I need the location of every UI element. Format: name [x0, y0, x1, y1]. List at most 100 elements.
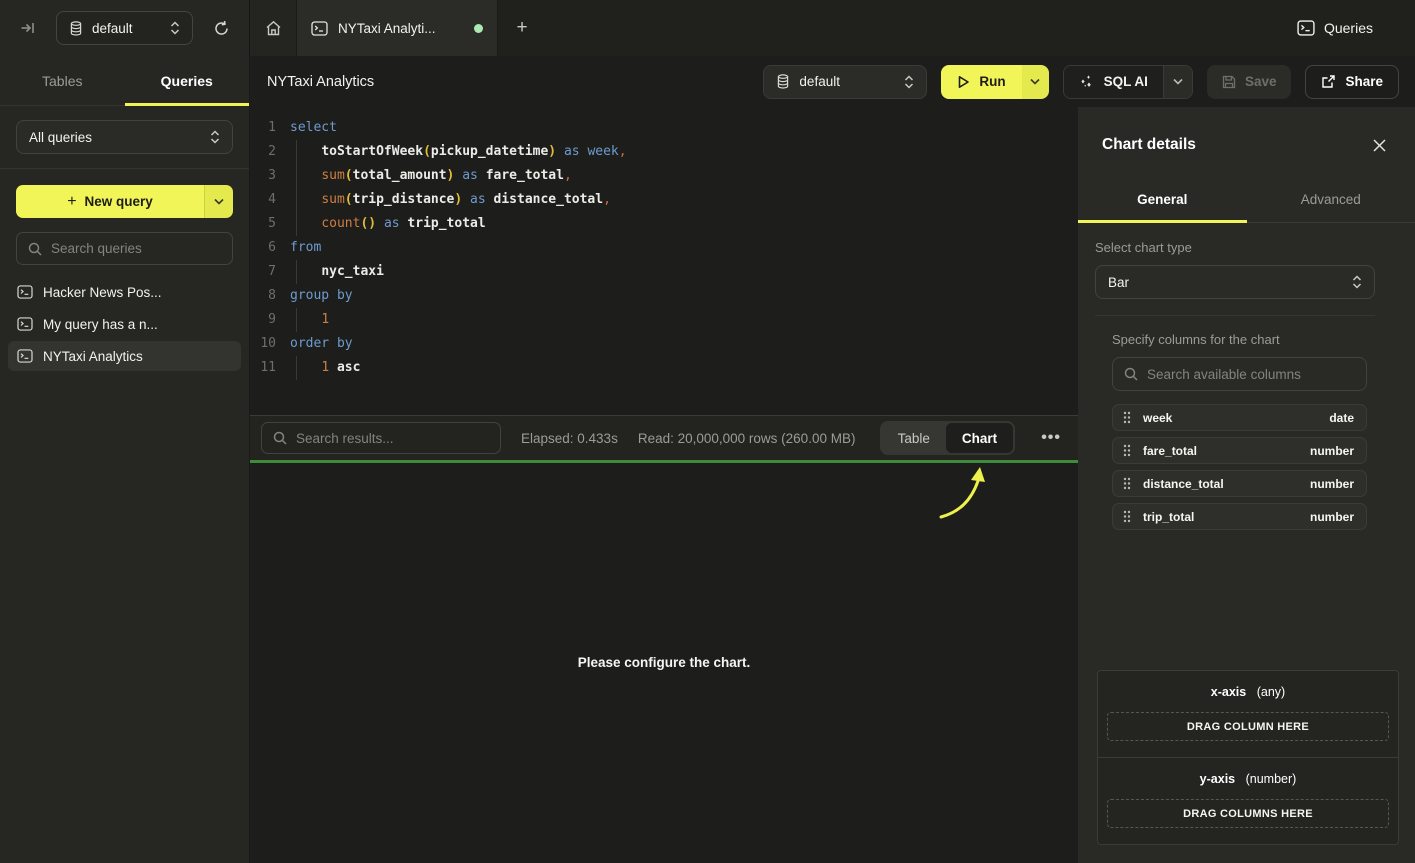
- code-text: from: [290, 236, 1078, 260]
- panel-tabs: General Advanced: [1078, 177, 1415, 223]
- chart-area: Please configure the chart.: [250, 463, 1078, 863]
- queries-shortcut-label: Queries: [1324, 20, 1373, 36]
- query-list: Hacker News Pos... My query has a n... NYT…: [0, 277, 249, 371]
- line-number: 4: [250, 188, 276, 212]
- sql-ai-label: SQL AI: [1104, 74, 1148, 89]
- plus-icon: +: [67, 193, 76, 211]
- code-line[interactable]: 8group by: [250, 284, 1078, 308]
- database-selector[interactable]: default: [56, 11, 193, 45]
- main-header: NYTaxi Analytics default: [250, 56, 1415, 107]
- tab-nytaxi-analytics[interactable]: NYTaxi Analyti...: [297, 0, 498, 56]
- queries-terminal-icon: [1297, 20, 1315, 36]
- column-chip-distance_total[interactable]: distance_totalnumber: [1112, 470, 1367, 497]
- database-selector-value: default: [92, 21, 161, 36]
- queries-shortcut[interactable]: Queries: [1297, 0, 1415, 56]
- drag-handle-icon[interactable]: [1123, 411, 1131, 424]
- new-query-button[interactable]: + New query: [16, 185, 233, 218]
- share-button[interactable]: Share: [1305, 65, 1399, 99]
- new-tab-button[interactable]: +: [498, 0, 546, 56]
- line-number: 3: [250, 164, 276, 188]
- column-list: weekdate fare_totalnumber distance_totalnu…: [1112, 404, 1367, 530]
- divider: [1095, 315, 1375, 316]
- sidebar: Tables Queries All queries + New query: [0, 56, 250, 863]
- chevron-updown-icon: [1352, 275, 1362, 289]
- columns-section: Specify columns for the chart weekdatefa…: [1095, 332, 1375, 530]
- view-tab-chart[interactable]: Chart: [946, 423, 1013, 453]
- run-options-dropdown[interactable]: [1022, 65, 1049, 99]
- results-search-box[interactable]: [261, 422, 501, 454]
- sql-ai-dropdown[interactable]: [1163, 66, 1192, 98]
- drag-handle-icon[interactable]: [1123, 444, 1131, 457]
- topbar: default: [0, 0, 1415, 56]
- unsaved-changes-dot: [474, 24, 483, 33]
- code-line[interactable]: 6from: [250, 236, 1078, 260]
- results-search-input[interactable]: [296, 431, 489, 446]
- columns-search-box[interactable]: [1112, 357, 1367, 391]
- code-line[interactable]: 7 nyc_taxi: [250, 260, 1078, 284]
- column-chip-fare_total[interactable]: fare_totalnumber: [1112, 437, 1367, 464]
- chart-details-panel: Chart details General Advanced Select ch…: [1078, 107, 1415, 863]
- code-line[interactable]: 3 sum(total_amount) as fare_total,: [250, 164, 1078, 188]
- run-database-value: default: [799, 74, 895, 89]
- axes-config-box: x-axis (any) DRAG COLUMN HERE y-axis (nu…: [1097, 670, 1399, 845]
- code-line[interactable]: 4 sum(trip_distance) as distance_total,: [250, 188, 1078, 212]
- query-item-label: Hacker News Pos...: [43, 285, 162, 300]
- tab-strip: NYTaxi Analyti... + Queries: [250, 0, 1415, 56]
- page-title: NYTaxi Analytics: [267, 74, 374, 90]
- rows-read: Read: 20,000,000 rows (260.00 MB): [638, 431, 856, 446]
- save-button[interactable]: Save: [1207, 65, 1292, 99]
- run-button[interactable]: Run: [941, 65, 1021, 99]
- close-icon[interactable]: [1367, 133, 1391, 157]
- code-line[interactable]: 9 1: [250, 308, 1078, 332]
- sql-ai-button[interactable]: SQL AI: [1064, 66, 1163, 98]
- new-query-main[interactable]: + New query: [16, 185, 204, 218]
- query-filter-value: All queries: [29, 130, 201, 145]
- code-line[interactable]: 1select: [250, 116, 1078, 140]
- tab-label: NYTaxi Analyti...: [338, 21, 464, 36]
- new-query-dropdown[interactable]: [204, 185, 233, 218]
- sql-ai-split-button: SQL AI: [1063, 65, 1193, 99]
- drag-handle-icon[interactable]: [1123, 510, 1131, 523]
- terminal-icon: [311, 21, 328, 36]
- sidebar-query-item[interactable]: Hacker News Pos...: [8, 277, 241, 307]
- y-axis-name: y-axis: [1200, 772, 1235, 786]
- view-tab-table[interactable]: Table: [882, 423, 946, 453]
- sidebar-query-item[interactable]: My query has a n...: [8, 309, 241, 339]
- query-search-box[interactable]: [16, 232, 233, 265]
- sidebar-query-item[interactable]: NYTaxi Analytics: [8, 341, 241, 371]
- chart-type-label: Select chart type: [1095, 240, 1375, 255]
- y-axis-type: (number): [1246, 772, 1297, 786]
- tab-advanced[interactable]: Advanced: [1247, 177, 1415, 222]
- drag-handle-icon[interactable]: [1123, 477, 1131, 490]
- code-line[interactable]: 2 toStartOfWeek(pickup_datetime) as week…: [250, 140, 1078, 164]
- code-line[interactable]: 5 count() as trip_total: [250, 212, 1078, 236]
- chart-type-select[interactable]: Bar: [1095, 265, 1375, 299]
- code-line[interactable]: 11 1 asc: [250, 356, 1078, 380]
- sparkle-icon: [1079, 74, 1094, 89]
- code-text: select: [290, 116, 1078, 140]
- column-name: fare_total: [1143, 444, 1298, 458]
- panel-body: Select chart type Bar Specify columns fo…: [1078, 223, 1415, 530]
- x-axis-drop-zone[interactable]: DRAG COLUMN HERE: [1107, 712, 1389, 741]
- tab-tables[interactable]: Tables: [0, 56, 125, 105]
- collapse-sidebar-icon[interactable]: [14, 14, 42, 42]
- query-item-label: NYTaxi Analytics: [43, 349, 143, 364]
- new-query-label: New query: [85, 194, 153, 209]
- tab-general[interactable]: General: [1078, 177, 1247, 222]
- home-button[interactable]: [250, 0, 297, 56]
- column-chip-trip_total[interactable]: trip_totalnumber: [1112, 503, 1367, 530]
- more-options-button[interactable]: •••: [1035, 429, 1067, 447]
- x-axis-section: x-axis (any) DRAG COLUMN HERE: [1098, 671, 1398, 757]
- y-axis-drop-zone[interactable]: DRAG COLUMNS HERE: [1107, 799, 1389, 828]
- sql-editor[interactable]: 1select2 toStartOfWeek(pickup_datetime) …: [250, 107, 1078, 415]
- elapsed-time: Elapsed: 0.433s: [521, 431, 618, 446]
- query-filter-select[interactable]: All queries: [16, 120, 233, 154]
- code-line[interactable]: 10order by: [250, 332, 1078, 356]
- column-chip-week[interactable]: weekdate: [1112, 404, 1367, 431]
- columns-search-input[interactable]: [1147, 367, 1355, 382]
- query-filter-section: All queries: [0, 106, 249, 169]
- query-search-input[interactable]: [51, 241, 221, 256]
- tab-queries[interactable]: Queries: [125, 56, 250, 105]
- refresh-icon[interactable]: [207, 14, 235, 42]
- run-database-selector[interactable]: default: [763, 65, 927, 99]
